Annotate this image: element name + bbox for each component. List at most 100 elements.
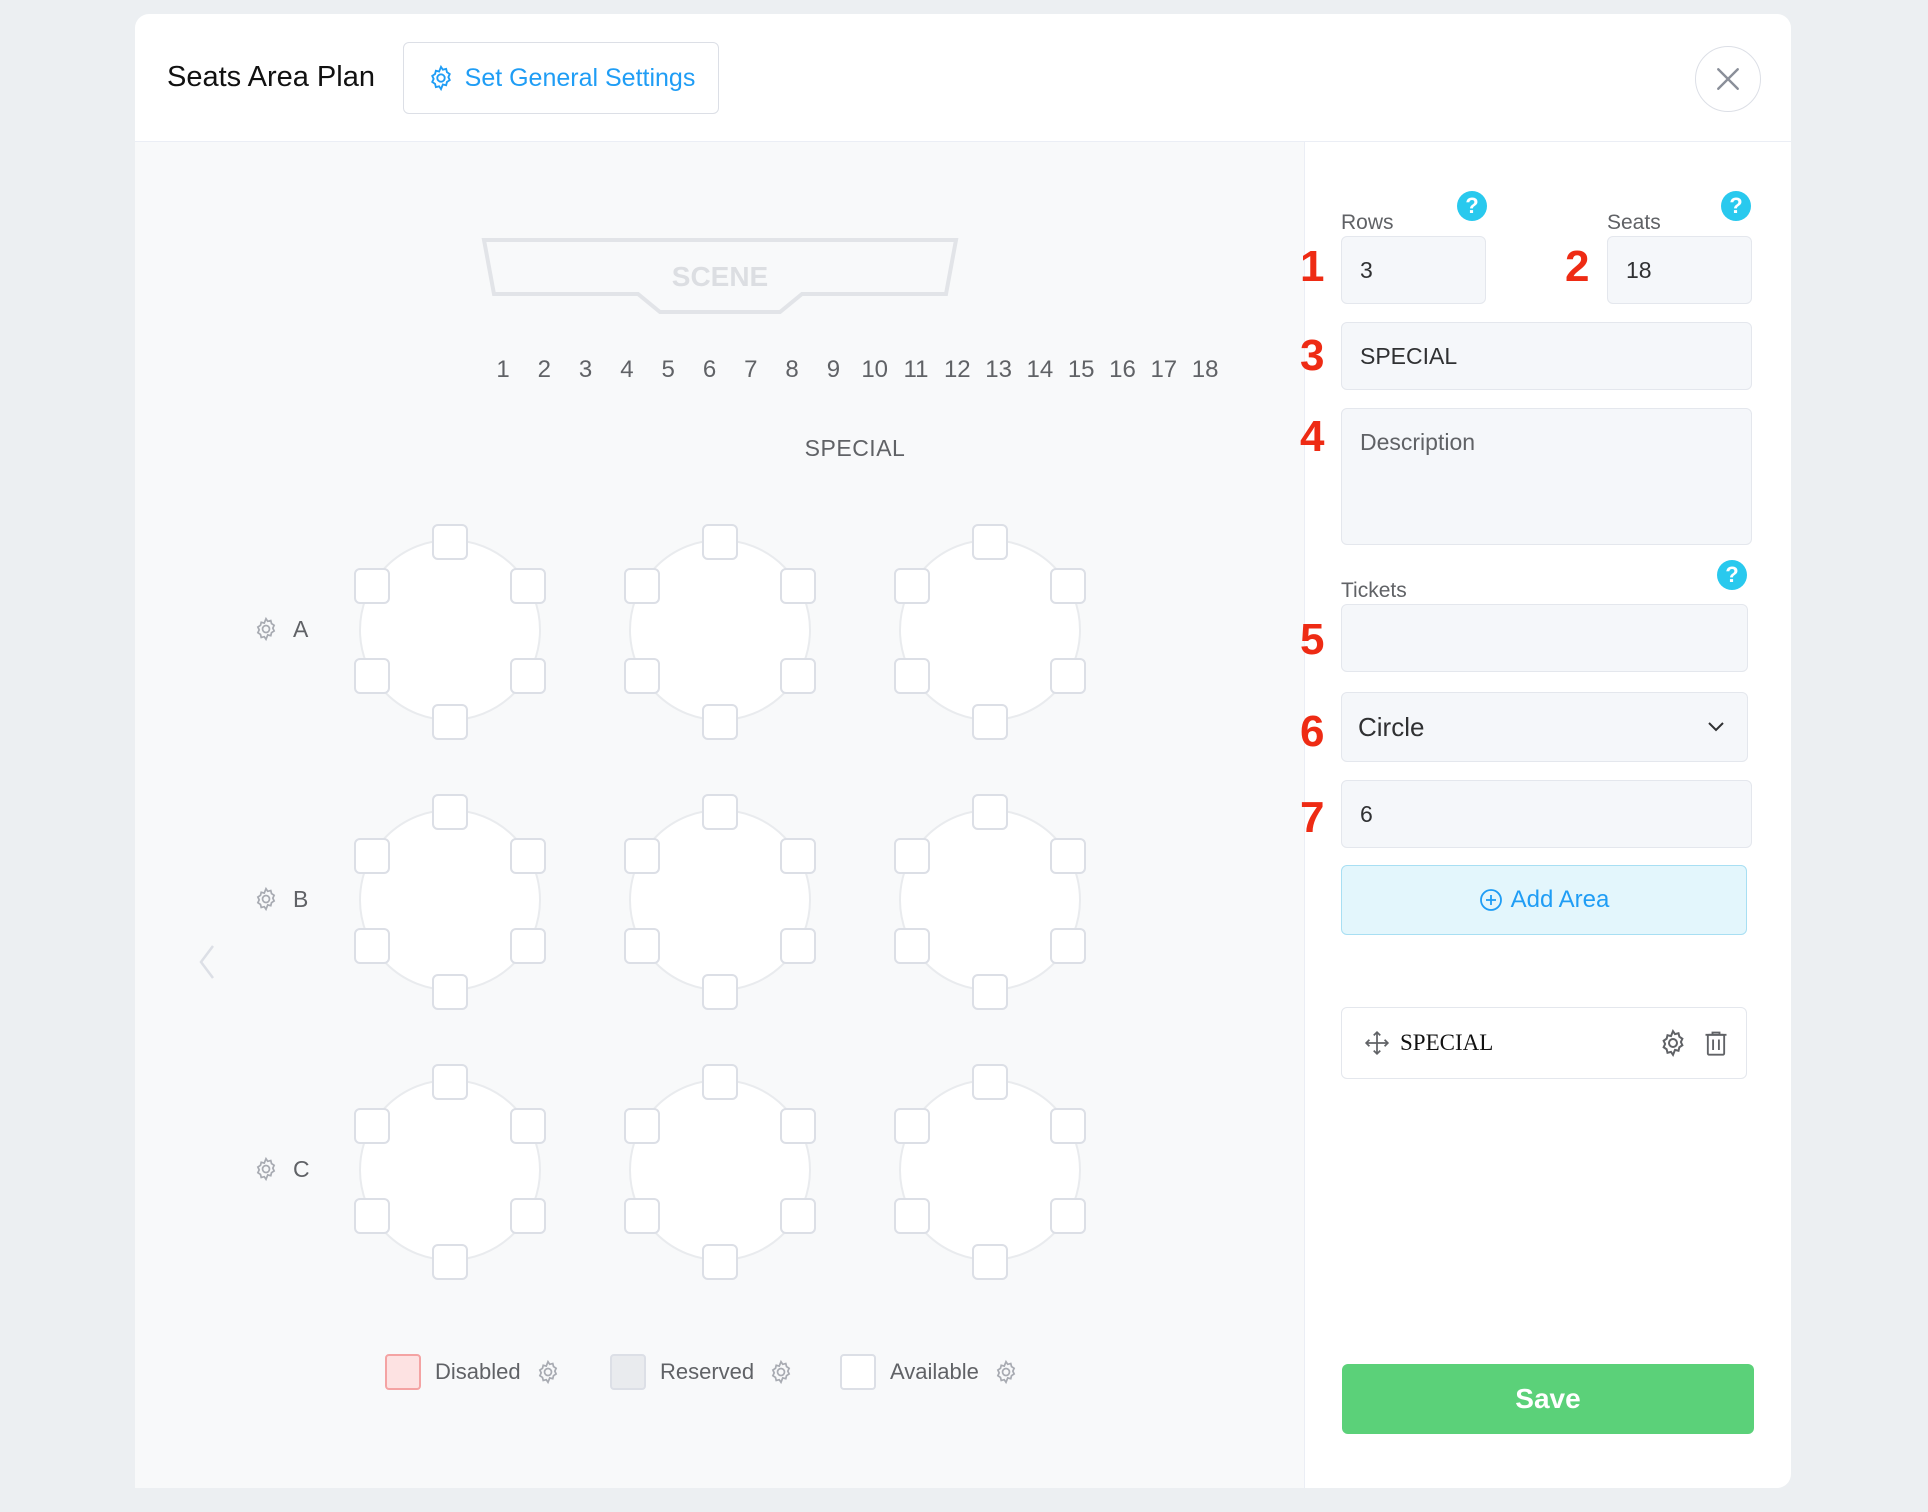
seat[interactable] — [972, 704, 1008, 740]
row-settings-gear-icon[interactable] — [253, 616, 279, 642]
annotation-6: 6 — [1300, 707, 1325, 756]
seat[interactable] — [702, 794, 738, 830]
seat[interactable] — [894, 658, 930, 694]
seat[interactable] — [1050, 568, 1086, 604]
legend-settings-gear-icon[interactable] — [535, 1359, 561, 1385]
rows-help-icon[interactable]: ? — [1457, 191, 1487, 221]
seat[interactable] — [780, 1198, 816, 1234]
chevron-left-icon[interactable] — [195, 942, 219, 982]
seat[interactable] — [702, 1064, 738, 1100]
seat[interactable] — [780, 928, 816, 964]
seat[interactable] — [894, 928, 930, 964]
modal-header: Seats Area Plan Set General Settings — [135, 14, 1791, 142]
annotation-1: 1 — [1300, 242, 1325, 291]
seat[interactable] — [432, 1244, 468, 1280]
seat[interactable] — [894, 1108, 930, 1144]
seat[interactable] — [510, 1198, 546, 1234]
seat[interactable] — [624, 838, 660, 874]
legend-item-available: Available — [840, 1354, 1019, 1390]
legend-settings-gear-icon[interactable] — [993, 1359, 1019, 1385]
seat[interactable] — [354, 568, 390, 604]
seat[interactable] — [1050, 658, 1086, 694]
seat[interactable] — [510, 928, 546, 964]
seat[interactable] — [1050, 1198, 1086, 1234]
row-settings-gear-icon[interactable] — [253, 886, 279, 912]
trash-icon[interactable] — [1702, 1028, 1730, 1058]
shape-select-value: Circle — [1358, 711, 1425, 742]
seat-plan-canvas: SCENE 1 2 3 4 5 6 7 8 9 10 11 12 13 14 15 16 17 18 SPECIA… — [135, 142, 1305, 1488]
seat[interactable] — [354, 1198, 390, 1234]
chevron-down-icon — [1708, 722, 1724, 732]
row-label-c: C — [253, 1154, 323, 1184]
seat[interactable] — [510, 658, 546, 694]
area-name-input[interactable]: SPECIAL — [1341, 322, 1752, 390]
seat[interactable] — [780, 568, 816, 604]
seat[interactable] — [354, 658, 390, 694]
seats-help-icon[interactable]: ? — [1721, 191, 1751, 221]
shape-select[interactable]: Circle — [1341, 692, 1748, 762]
seat[interactable] — [1050, 928, 1086, 964]
seats-per-table-input[interactable]: 6 — [1341, 780, 1752, 848]
seat[interactable] — [624, 658, 660, 694]
seat[interactable] — [780, 1108, 816, 1144]
tickets-label: Tickets — [1341, 579, 1407, 602]
annotation-2: 2 — [1565, 242, 1590, 291]
seat[interactable] — [1050, 838, 1086, 874]
legend-label: Available — [890, 1359, 979, 1384]
add-area-label: Add Area — [1510, 886, 1610, 913]
gear-icon — [430, 64, 451, 92]
seat[interactable] — [702, 524, 738, 560]
seat[interactable] — [510, 838, 546, 874]
legend-swatch — [610, 1354, 646, 1390]
description-textarea[interactable]: Description — [1341, 408, 1752, 545]
annotation-5: 5 — [1300, 615, 1325, 664]
set-general-settings-button[interactable]: Set General Settings — [403, 42, 719, 114]
rows-input[interactable]: 3 — [1341, 236, 1486, 304]
gear-icon[interactable] — [1658, 1028, 1688, 1058]
seats-input[interactable]: 18 — [1607, 236, 1752, 304]
seat[interactable] — [354, 838, 390, 874]
seat[interactable] — [702, 1244, 738, 1280]
legend-item-reserved: Reserved — [610, 1354, 794, 1390]
seat[interactable] — [972, 974, 1008, 1010]
seat[interactable] — [972, 794, 1008, 830]
seat[interactable] — [780, 658, 816, 694]
seat[interactable] — [510, 1108, 546, 1144]
seat[interactable] — [354, 928, 390, 964]
annotation-3: 3 — [1300, 331, 1325, 380]
seat[interactable] — [432, 974, 468, 1010]
seat[interactable] — [972, 524, 1008, 560]
tickets-help-icon[interactable]: ? — [1717, 560, 1747, 590]
seat[interactable] — [510, 568, 546, 604]
area-list-item-name: SPECIAL — [1400, 1030, 1494, 1055]
area-list-item[interactable]: SPECIAL — [1341, 1007, 1747, 1079]
legend-settings-gear-icon[interactable] — [768, 1359, 794, 1385]
rows-label: Rows — [1341, 211, 1394, 234]
seat[interactable] — [624, 1108, 660, 1144]
seat[interactable] — [972, 1064, 1008, 1100]
row-letter: C — [293, 1155, 310, 1182]
save-button[interactable]: Save — [1342, 1364, 1754, 1434]
seat[interactable] — [702, 974, 738, 1010]
seat[interactable] — [432, 794, 468, 830]
legend-swatch — [840, 1354, 876, 1390]
move-icon[interactable] — [1364, 1030, 1390, 1056]
seat[interactable] — [894, 838, 930, 874]
seat[interactable] — [432, 524, 468, 560]
tickets-input[interactable] — [1341, 604, 1748, 672]
seat[interactable] — [624, 568, 660, 604]
seat[interactable] — [1050, 1108, 1086, 1144]
add-area-button[interactable]: Add Area — [1341, 865, 1747, 935]
seat[interactable] — [354, 1108, 390, 1144]
seat[interactable] — [432, 1064, 468, 1100]
seat[interactable] — [624, 1198, 660, 1234]
seat[interactable] — [780, 838, 816, 874]
close-button[interactable] — [1695, 46, 1761, 112]
seat[interactable] — [894, 1198, 930, 1234]
seat[interactable] — [894, 568, 930, 604]
seat[interactable] — [624, 928, 660, 964]
seat[interactable] — [432, 704, 468, 740]
seat[interactable] — [702, 704, 738, 740]
row-settings-gear-icon[interactable] — [253, 1156, 279, 1182]
seat[interactable] — [972, 1244, 1008, 1280]
